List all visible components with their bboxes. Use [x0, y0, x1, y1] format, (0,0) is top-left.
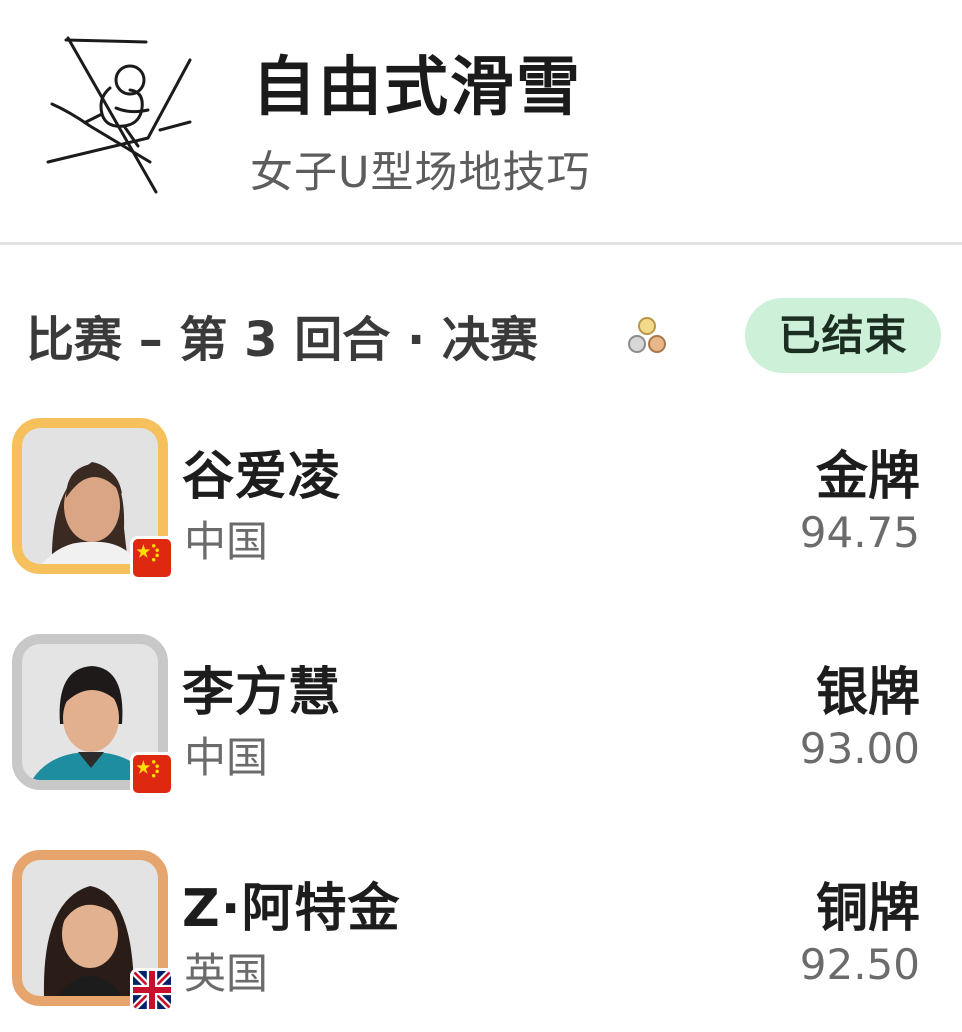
- athlete-country: 中国: [184, 517, 269, 566]
- header-divider: [0, 242, 962, 245]
- athlete-name: Z·阿特金: [182, 879, 401, 939]
- athlete-country: 英国: [184, 949, 269, 998]
- sport-title: 自由式滑雪: [252, 51, 582, 125]
- score: 93.00: [799, 724, 920, 773]
- athlete-row[interactable]: 谷爱凌 中国 金牌 94.75: [0, 418, 962, 580]
- freestyle-skiing-icon: [46, 36, 192, 194]
- score: 92.50: [799, 940, 920, 989]
- header: 自由式滑雪 女子U型场地技巧: [0, 0, 962, 244]
- athlete-row[interactable]: 李方慧 中国 银牌 93.00: [0, 634, 962, 796]
- score: 94.75: [799, 508, 920, 557]
- athlete-name: 谷爱凌: [182, 447, 342, 507]
- avatar: [12, 634, 174, 796]
- status-badge: 已结束: [745, 298, 941, 373]
- china-flag-icon: [130, 752, 174, 796]
- athlete-country: 中国: [184, 733, 269, 782]
- athlete-row[interactable]: Z·阿特金 英国 铜牌 92.50: [0, 850, 962, 1012]
- avatar: [12, 850, 174, 1012]
- avatar: [12, 418, 174, 580]
- uk-flag-icon: [130, 968, 174, 1012]
- medals-icon: [628, 317, 666, 353]
- event-name: 女子U型场地技巧: [250, 148, 591, 198]
- china-flag-icon: [130, 536, 174, 580]
- medal-label: 银牌: [815, 663, 920, 723]
- medal-label: 金牌: [815, 447, 920, 507]
- medal-label: 铜牌: [815, 879, 920, 939]
- athlete-name: 李方慧: [182, 663, 342, 723]
- round-label: 比赛 – 第 3 回合 · 决赛: [26, 312, 538, 368]
